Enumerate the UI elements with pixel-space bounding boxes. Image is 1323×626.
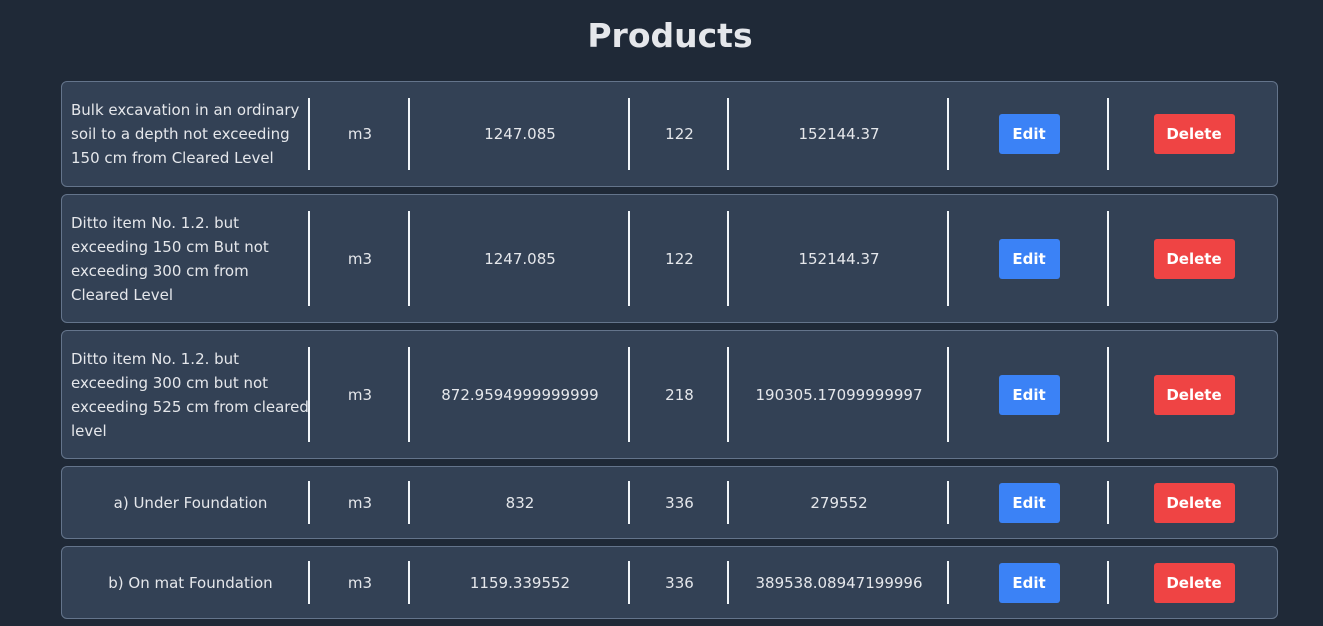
- row-rate: 336: [665, 573, 694, 592]
- row-quantity: 832: [505, 493, 535, 512]
- row-unit: m3: [347, 385, 373, 404]
- table-row: Bulk excavation in an ordinary soil to a…: [61, 81, 1278, 187]
- products-list: Bulk excavation in an ordinary soil to a…: [61, 81, 1278, 626]
- table-row: Ditto item No. 1.2. but exceeding 300 cm…: [61, 330, 1278, 459]
- row-unit: m3: [347, 573, 373, 592]
- row-quantity: 1247.085: [484, 249, 556, 268]
- table-row: Ditto item No. 1.2. but exceeding 150 cm…: [61, 194, 1278, 323]
- row-amount: 152144.37: [798, 125, 880, 143]
- page-title: Products: [587, 16, 753, 55]
- delete-button[interactable]: Delete: [1153, 238, 1235, 279]
- row-description: a) Under Foundation: [113, 493, 268, 512]
- row-unit: m3: [347, 249, 373, 268]
- row-rate: 122: [665, 125, 694, 143]
- row-amount: 190305.17099999997: [755, 385, 923, 404]
- edit-button[interactable]: Edit: [998, 482, 1060, 523]
- row-rate: 336: [665, 493, 694, 512]
- edit-button[interactable]: Edit: [998, 562, 1060, 603]
- row-description: Bulk excavation in an ordinary soil to a…: [71, 101, 300, 167]
- edit-button[interactable]: Edit: [998, 374, 1060, 415]
- delete-button[interactable]: Delete: [1153, 114, 1235, 154]
- delete-button[interactable]: Delete: [1153, 374, 1235, 415]
- row-amount: 389538.08947199996: [755, 573, 923, 592]
- table-row: b) On mat Foundation m3 1159.339552 336 …: [61, 546, 1278, 619]
- row-rate: 122: [665, 249, 694, 268]
- row-description: b) On mat Foundation: [108, 573, 273, 592]
- row-amount: 152144.37: [798, 249, 880, 268]
- row-description: Ditto item No. 1.2. but exceeding 150 cm…: [71, 213, 269, 304]
- delete-button[interactable]: Delete: [1153, 482, 1235, 523]
- row-quantity: 1159.339552: [469, 573, 571, 592]
- edit-button[interactable]: Edit: [998, 238, 1060, 279]
- row-unit: m3: [347, 125, 373, 143]
- row-quantity: 1247.085: [484, 125, 556, 143]
- edit-button[interactable]: Edit: [998, 114, 1060, 154]
- row-rate: 218: [665, 385, 694, 404]
- row-amount: 279552: [810, 493, 868, 512]
- delete-button[interactable]: Delete: [1153, 562, 1235, 603]
- row-description: Ditto item No. 1.2. but exceeding 300 cm…: [71, 349, 309, 440]
- row-quantity: 872.9594999999999: [441, 385, 599, 404]
- table-row: a) Under Foundation m3 832 336 279552 Ed…: [61, 466, 1278, 539]
- row-unit: m3: [347, 493, 373, 512]
